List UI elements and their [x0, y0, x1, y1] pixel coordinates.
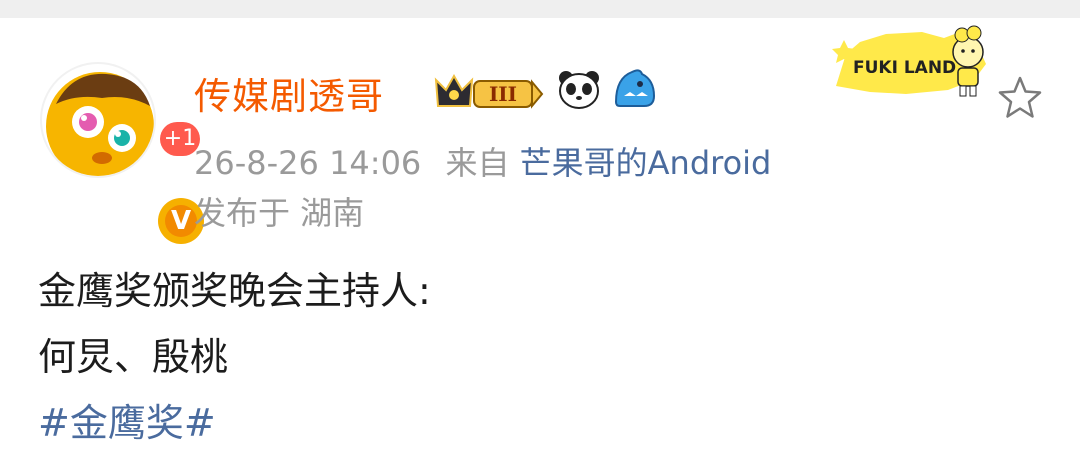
username[interactable]: 传媒剧透哥	[194, 66, 384, 120]
from-label: 来自	[445, 144, 510, 182]
panda-icon[interactable]	[556, 68, 602, 114]
status-strip	[0, 0, 1080, 18]
vip-level: III	[489, 82, 517, 106]
fuki-land-text: FUKI LAND	[853, 58, 956, 78]
crown-vip-icon[interactable]: III	[430, 70, 546, 116]
post-content: 金鹰奖颁奖晚会主持人: 何炅、殷桃 #金鹰奖#	[38, 258, 431, 456]
source-link[interactable]: 芒果哥的Android	[520, 144, 772, 182]
post-meta: 26-8-26 14:06 来自 芒果哥的Android	[194, 138, 771, 184]
favorite-star-icon[interactable]	[996, 74, 1044, 126]
avatar-image	[40, 62, 156, 178]
verified-badge-label: V	[165, 205, 197, 237]
shark-icon[interactable]	[610, 66, 658, 114]
hashtag-link[interactable]: #金鹰奖#	[38, 390, 431, 456]
fuki-land-card: FUKI LAND	[826, 20, 1006, 104]
post-line-1: 金鹰奖颁奖晚会主持人:	[38, 269, 431, 313]
post-timestamp: 26-8-26 14:06	[194, 144, 422, 182]
post-line-2: 何炅、殷桃	[38, 335, 229, 379]
avatar[interactable]: +1 V	[40, 62, 204, 244]
post-location: 发布于 湖南	[194, 194, 365, 232]
